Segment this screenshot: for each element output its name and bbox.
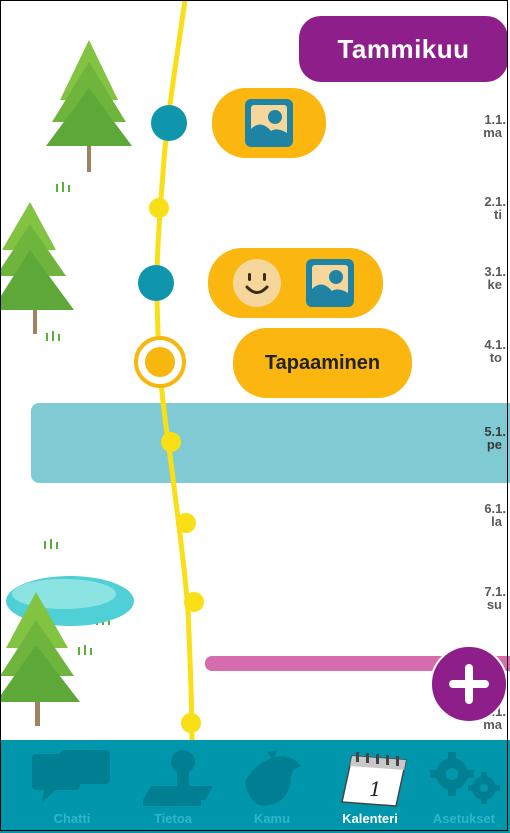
screen-border <box>0 0 508 831</box>
